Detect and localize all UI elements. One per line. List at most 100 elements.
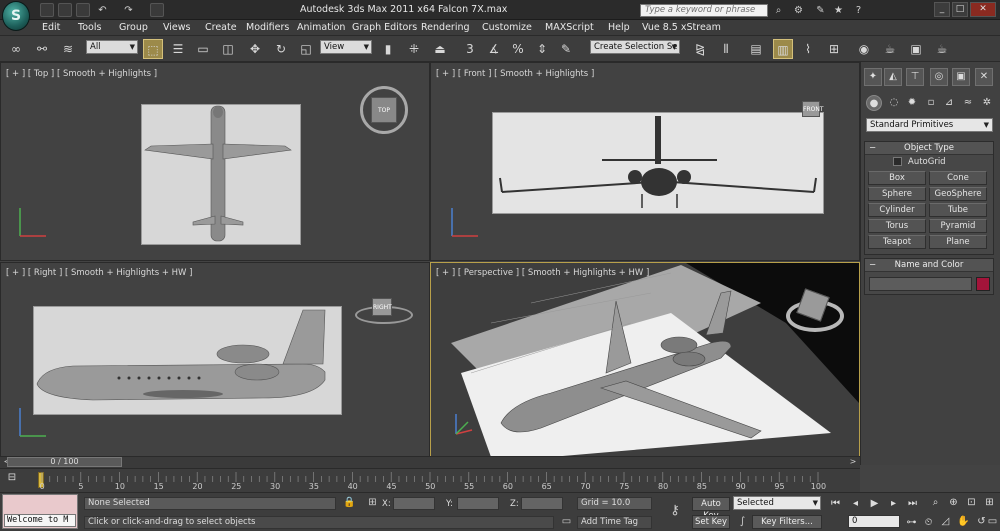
zoom-extents-icon[interactable]: ⊡ (964, 495, 979, 510)
autogrid-checkbox[interactable] (893, 157, 902, 166)
layer-manager-icon[interactable]: ▤ (746, 39, 766, 59)
shapes-category-icon[interactable]: ◌ (886, 95, 902, 111)
mini-curve-editor-icon[interactable]: ⊟ (4, 472, 20, 486)
pivot-point-center-icon[interactable]: ▮ (378, 39, 398, 59)
plane-button[interactable]: Plane (929, 235, 987, 249)
create-tab-icon[interactable]: ✦ (864, 68, 882, 86)
menu-maxscript[interactable]: MAXScript (545, 22, 594, 33)
close-button[interactable]: ✕ (970, 2, 996, 17)
next-frame-icon[interactable]: ▸ (886, 496, 901, 511)
z-coordinate-input[interactable] (521, 497, 563, 510)
pyramid-button[interactable]: Pyramid (929, 219, 987, 233)
absolute-mode-icon[interactable]: ⊞ (366, 496, 379, 509)
pan-view-icon[interactable]: ✋ (956, 514, 971, 529)
redo-icon[interactable]: ↷ (122, 4, 135, 17)
undo-icon[interactable]: ↶ (96, 4, 109, 17)
box-button[interactable]: Box (868, 171, 926, 185)
spinner-snap-icon[interactable]: ⇕ (532, 39, 552, 59)
open-file-icon[interactable] (58, 3, 72, 17)
communication-center-icon[interactable]: ✎ (814, 4, 827, 17)
render-production-icon[interactable]: ☕ (932, 39, 952, 59)
selection-lock-icon[interactable]: 🔒 (343, 496, 356, 509)
menu-vue-xstream[interactable]: Vue 8.5 xStream (642, 22, 721, 33)
viewcube-front[interactable]: FRONT (802, 101, 824, 117)
viewcube-top[interactable]: TOP (371, 97, 397, 123)
select-and-move-icon[interactable]: ✥ (245, 39, 265, 59)
schematic-view-icon[interactable]: ⊞ (824, 39, 844, 59)
unlink-icon[interactable]: ⚯ (32, 39, 52, 59)
save-file-icon[interactable] (76, 3, 90, 17)
project-folder-icon[interactable] (150, 3, 164, 17)
maximize-button[interactable]: □ (952, 2, 968, 17)
select-object-icon[interactable]: ⬚ (143, 39, 163, 59)
auto-key-button[interactable]: Auto Key (692, 497, 730, 521)
maxscript-listener-input[interactable]: Welcome to M (4, 514, 76, 527)
teapot-button[interactable]: Teapot (868, 235, 926, 249)
viewport-right-label[interactable]: [ + ] [ Right ] [ Smooth + Highlights + … (6, 268, 192, 278)
key-mode-toggle-icon[interactable]: ⊶ (904, 515, 919, 530)
play-icon[interactable]: ▶ (867, 496, 882, 511)
menu-help[interactable]: Help (608, 22, 630, 33)
object-type-rollout-title[interactable]: − Object Type (865, 142, 993, 155)
x-coordinate-input[interactable] (393, 497, 435, 510)
current-frame-input[interactable]: 0 (848, 515, 900, 528)
display-tab-icon[interactable]: ▣ (952, 68, 970, 86)
zoom-icon[interactable]: ⌕ (928, 495, 943, 510)
cameras-category-icon[interactable]: ▫ (923, 95, 939, 111)
select-and-link-icon[interactable]: ∞ (6, 39, 26, 59)
lights-category-icon[interactable]: ✹ (904, 95, 920, 111)
window-crossing-icon[interactable]: ◫ (218, 39, 238, 59)
rectangular-selection-icon[interactable]: ▭ (193, 39, 213, 59)
select-and-manipulate-icon[interactable]: ⁜ (404, 39, 424, 59)
modify-tab-icon[interactable]: ◭ (884, 68, 902, 86)
menu-tools[interactable]: Tools (78, 22, 101, 33)
cone-button[interactable]: Cone (929, 171, 987, 185)
zoom-extents-all-icon[interactable]: ⊞ (982, 495, 997, 510)
object-category-dropdown[interactable]: Standard Primitives (866, 118, 993, 132)
motion-tab-icon[interactable]: ◎ (930, 68, 948, 86)
y-coordinate-input[interactable] (457, 497, 499, 510)
viewport-perspective-label[interactable]: [ + ] [ Perspective ] [ Smooth + Highlig… (436, 268, 649, 278)
select-and-rotate-icon[interactable]: ↻ (271, 39, 291, 59)
subscription-icon[interactable]: ⚙ (792, 4, 805, 17)
mirror-icon[interactable]: ⧎ (690, 39, 710, 59)
search-icon[interactable]: ⌕ (772, 4, 785, 17)
viewport-top-label[interactable]: [ + ] [ Top ] [ Smooth + Highlights ] (6, 69, 157, 79)
keyboard-shortcut-override-icon[interactable]: ⏏ (430, 39, 450, 59)
object-color-swatch[interactable] (976, 277, 990, 291)
edit-named-selection-icon[interactable]: ✎ (556, 39, 576, 59)
angle-snap-icon[interactable]: ∡ (484, 39, 504, 59)
space-warps-category-icon[interactable]: ≈ (960, 95, 976, 111)
add-time-tag-button[interactable]: Add Time Tag (577, 516, 652, 529)
menu-modifiers[interactable]: Modifiers (246, 22, 289, 33)
bind-space-warp-icon[interactable]: ≋ (58, 39, 78, 59)
curve-editor-icon[interactable]: ⌇ (798, 39, 818, 59)
selection-filter-dropdown[interactable]: All (86, 40, 138, 54)
previous-frame-icon[interactable]: ◂ (848, 496, 863, 511)
sphere-button[interactable]: Sphere (868, 187, 926, 201)
time-slider-track[interactable] (0, 456, 860, 468)
zoom-all-icon[interactable]: ⊕ (946, 495, 961, 510)
render-setup-icon[interactable]: ☕ (880, 39, 900, 59)
default-tangent-icon[interactable]: ∫ (736, 515, 749, 528)
object-name-input[interactable] (869, 277, 972, 291)
torus-button[interactable]: Torus (868, 219, 926, 233)
align-icon[interactable]: ⫴ (716, 39, 736, 59)
help-icon[interactable]: ? (852, 4, 865, 17)
percent-snap-icon[interactable]: % (508, 39, 528, 59)
minimize-button[interactable]: _ (934, 2, 950, 17)
snaps-toggle-icon[interactable]: 3 (460, 39, 480, 59)
viewport-front-label[interactable]: [ + ] [ Front ] [ Smooth + Highlights ] (436, 69, 594, 79)
select-by-name-icon[interactable]: ☰ (168, 39, 188, 59)
utilities-tab-icon[interactable]: ✕ (975, 68, 993, 86)
named-selection-set-dropdown[interactable]: Create Selection Se (590, 40, 680, 54)
cylinder-button[interactable]: Cylinder (868, 203, 926, 217)
time-slider-thumb[interactable]: 0 / 100 (7, 457, 122, 467)
material-editor-icon[interactable]: ◉ (854, 39, 874, 59)
graphite-ribbon-icon[interactable]: ▥ (773, 39, 793, 59)
key-selection-dropdown[interactable]: Selected (733, 496, 821, 510)
go-to-end-icon[interactable]: ⏭ (905, 496, 920, 511)
key-filters-button[interactable]: Key Filters... (752, 515, 822, 529)
viewcube-right[interactable]: RIGHT (372, 298, 392, 316)
helpers-category-icon[interactable]: ⊿ (941, 95, 957, 111)
